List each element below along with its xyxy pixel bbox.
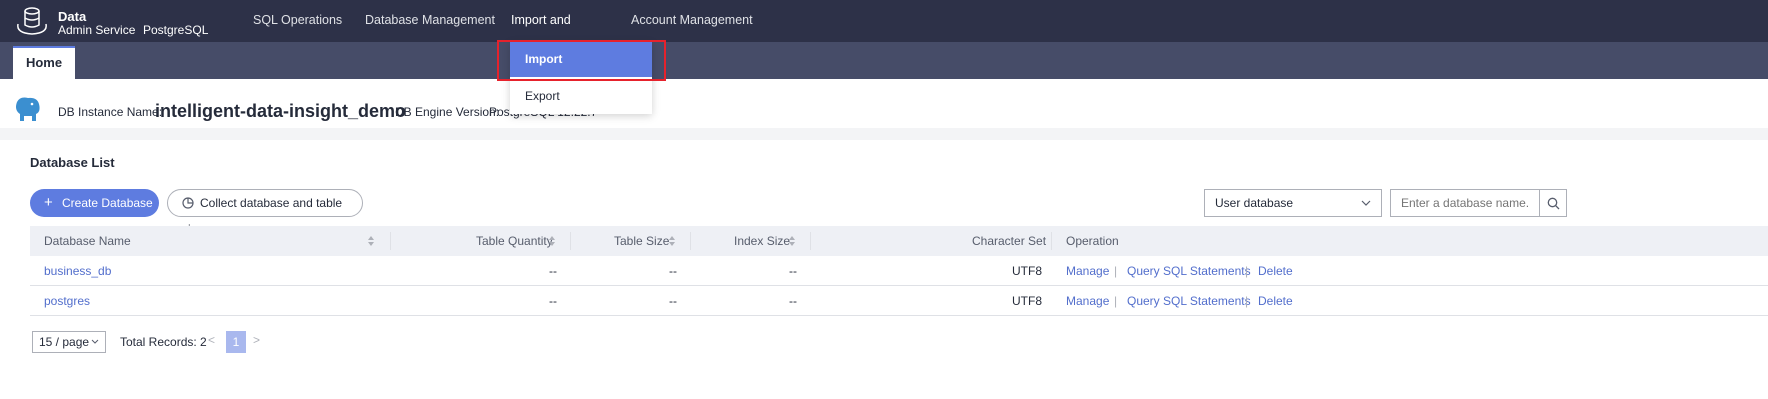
query-sql-link[interactable]: Query SQL Statements [1127,256,1251,286]
pie-chart-icon [182,197,194,209]
table-header [30,226,1768,256]
sort-icon[interactable] [788,235,796,247]
database-search-input[interactable] [1390,189,1540,217]
next-page-button[interactable]: > [253,333,260,347]
instance-name-label: DB Instance Name: [58,105,163,119]
operation-separator: | [1114,264,1118,278]
table-size-cell: -- [669,264,677,278]
collect-size-button[interactable]: Collect database and table size [167,189,363,236]
page-size-value: 15 / page [39,335,90,349]
table-row [30,286,1768,316]
engine-version-label: DB Engine Version: [395,105,500,119]
index-size-cell: -- [789,264,797,278]
table-quantity-cell: -- [549,264,557,278]
page-size-select[interactable]: 15 / page [32,331,106,353]
database-list-title: Database List [30,155,115,170]
table-row [30,256,1768,286]
manage-link[interactable]: Manage [1066,256,1109,286]
previous-page-button[interactable]: < [208,333,215,347]
search-icon [1547,197,1560,210]
database-logo-icon [17,7,47,35]
database-name-link[interactable]: business_db [44,256,111,286]
column-separator [1051,232,1052,250]
chevron-down-icon [91,339,99,344]
sort-icon[interactable] [668,235,676,247]
nav-account-management[interactable]: Account Management [631,0,753,42]
nav-database-management[interactable]: Database Management [365,0,495,42]
highlight-box [497,40,666,81]
postgresql-elephant-icon [16,97,40,121]
table-size-cell: -- [669,294,677,308]
charset-cell: UTF8 [1012,294,1042,308]
sort-icon[interactable] [548,235,556,247]
section-divider [0,128,1768,140]
create-database-label: Create Database [62,196,153,210]
column-separator [570,232,571,250]
operation-separator: | [1114,294,1118,308]
tab-home[interactable]: Home [13,46,75,79]
chevron-down-icon [1361,200,1371,206]
index-size-cell: -- [789,294,797,308]
col-operation: Operation [1066,234,1119,248]
column-separator [690,232,691,250]
manage-link[interactable]: Manage [1066,286,1109,316]
brand-engine: PostgreSQL [143,23,209,37]
database-name-link[interactable]: postgres [44,286,90,316]
col-table-size: Table Size [614,234,670,248]
operation-separator: | [1245,264,1249,278]
plus-icon: + [44,194,53,211]
nav-import-export[interactable]: Import and Export [498,0,613,67]
operation-separator: | [1245,294,1249,308]
create-database-button[interactable]: + Create Database [30,189,159,217]
delete-link[interactable]: Delete [1258,256,1293,286]
sort-icon[interactable] [367,235,375,247]
page-number-current[interactable]: 1 [226,331,246,353]
col-character-set: Character Set [972,234,1047,248]
delete-link[interactable]: Delete [1258,286,1293,316]
col-index-size: Index Size [734,234,791,248]
total-records: Total Records: 2 [120,335,207,349]
database-type-select[interactable]: User database [1204,189,1382,217]
menu-item-export[interactable]: Export [510,79,652,114]
brand-title: Data [58,9,87,24]
brand-subtitle: Admin Service [58,23,136,37]
table-quantity-cell: -- [549,294,557,308]
nav-sql-operations[interactable]: SQL Operations [253,0,342,42]
column-separator [810,232,811,250]
instance-name: intelligent-data-insight_demo [155,101,407,121]
database-type-value: User database [1215,196,1294,210]
tab-bar [0,42,1768,79]
col-table-quantity: Table Quantity [476,234,553,248]
query-sql-link[interactable]: Query SQL Statements [1127,286,1251,316]
column-separator [390,232,391,250]
charset-cell: UTF8 [1012,264,1042,278]
search-button[interactable] [1539,189,1567,217]
col-database-name: Database Name [44,234,131,248]
